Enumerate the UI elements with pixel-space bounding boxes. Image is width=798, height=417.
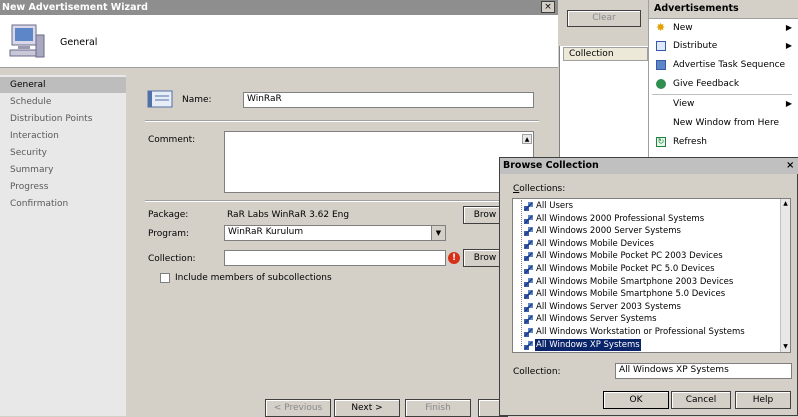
action-refresh-label: Refresh [673, 137, 707, 147]
collection-item[interactable]: All Users [535, 200, 574, 212]
advertisement-icon [147, 90, 173, 108]
action-view[interactable]: View ▶ [649, 95, 798, 113]
collection-input[interactable] [224, 250, 446, 266]
package-label: Package: [148, 210, 189, 220]
collection-icon [523, 201, 534, 212]
dialog-close-button[interactable]: × [786, 160, 794, 171]
action-view-label: View [673, 99, 695, 109]
collection-icon [523, 327, 534, 338]
nav-confirmation[interactable]: Confirmation [0, 196, 126, 212]
collection-item[interactable]: All Windows Mobile Pocket PC 5.0 Devices [535, 263, 716, 275]
header-title: General [60, 37, 98, 48]
action-advertise-label: Advertise Task Sequence [673, 60, 786, 70]
dialog-title: Browse Collection [500, 158, 798, 174]
action-distribute[interactable]: Distribute ▶ [649, 37, 798, 55]
action-advertise-task-sequence[interactable]: Advertise Task Sequence [649, 56, 798, 74]
nav-distribution-points[interactable]: Distribution Points [0, 111, 126, 127]
collection-item[interactable]: All Windows Server Systems [535, 313, 658, 325]
cancel-button[interactable]: Cancel [671, 391, 731, 409]
error-icon: ! [448, 252, 460, 264]
new-star-icon: ✸ [656, 21, 666, 34]
action-distribute-label: Distribute [673, 41, 718, 51]
wizard-header: General [0, 15, 558, 68]
program-select-value: WinRaR Kurulum [228, 227, 304, 237]
next-button[interactable]: Next > [334, 399, 400, 417]
collection-item[interactable]: All Windows Mobile Smartphone 2003 Devic… [535, 276, 734, 288]
collection-icon [523, 340, 534, 351]
ok-button[interactable]: OK [603, 391, 669, 409]
nav-interaction[interactable]: Interaction [0, 128, 126, 144]
collection-item[interactable]: All Windows Workstation or Professional … [535, 326, 746, 338]
chevron-down-icon[interactable]: ▼ [431, 226, 445, 240]
nav-general[interactable]: General [0, 77, 126, 93]
comment-label: Comment: [148, 135, 196, 145]
include-subcollections-checkbox[interactable] [160, 273, 170, 283]
collection-item[interactable]: All Windows Server 2003 Systems [535, 301, 682, 313]
actions-title: Advertisements [649, 0, 798, 18]
collection-item[interactable]: All Windows 2000 Professional Systems [535, 213, 705, 225]
collection-icon [523, 251, 534, 262]
collection-item[interactable]: All Windows 2000 Server Systems [535, 225, 682, 237]
package-value: RaR Labs WinRaR 3.62 Eng [227, 210, 350, 220]
computer-icon [9, 24, 45, 58]
action-new-window-label: New Window from Here [673, 118, 779, 128]
program-label: Program: [148, 229, 190, 239]
tree-line [521, 200, 523, 346]
column-header-collection[interactable]: Collection [563, 47, 648, 61]
submenu-arrow-icon: ▶ [785, 41, 792, 50]
scroll-up-icon[interactable]: ▲ [522, 134, 532, 144]
submenu-arrow-icon: ▶ [785, 99, 792, 108]
program-select[interactable]: WinRaR Kurulum ▼ [224, 225, 446, 241]
name-input[interactable]: WinRaR [243, 92, 534, 108]
distribute-icon [656, 41, 666, 51]
scrollbar[interactable]: ▲ ▼ [780, 199, 790, 352]
separator [145, 120, 539, 122]
collection-item[interactable]: All Windows XP Systems [535, 338, 641, 351]
dialog-collection-label: Collection: [513, 367, 561, 377]
nav-security[interactable]: Security [0, 145, 126, 161]
collection-item[interactable]: All Windows Mobile Devices [535, 238, 655, 250]
nav-summary[interactable]: Summary [0, 162, 126, 178]
action-refresh[interactable]: ↻ Refresh [649, 133, 798, 151]
collection-icon [523, 314, 534, 325]
action-new-window[interactable]: New Window from Here [649, 114, 798, 132]
wizard-title: New Advertisement Wizard [0, 0, 558, 15]
scroll-up-icon[interactable]: ▲ [781, 199, 790, 208]
previous-button[interactable]: < Previous [265, 399, 331, 417]
action-feedback-label: Give Feedback [673, 79, 740, 89]
action-new-label: New [673, 23, 693, 33]
dialog-collection-input[interactable]: All Windows XP Systems [615, 363, 792, 379]
wizard-close-button[interactable]: × [541, 1, 555, 13]
include-subcollections-label: Include members of subcollections [175, 273, 332, 283]
finish-button[interactable]: Finish [405, 399, 471, 417]
help-button[interactable]: Help [735, 391, 791, 409]
collection-icon [523, 289, 534, 300]
collection-icon [523, 264, 534, 275]
advertise-icon [656, 60, 666, 70]
collection-label: Collection: [148, 254, 196, 264]
comment-textarea[interactable] [224, 131, 534, 193]
submenu-arrow-icon: ▶ [785, 23, 792, 32]
collection-item[interactable]: All Windows Mobile Smartphone 5.0 Device… [535, 288, 726, 300]
nav-schedule[interactable]: Schedule [0, 94, 126, 110]
separator [145, 200, 539, 202]
nav-progress[interactable]: Progress [0, 179, 126, 195]
collection-icon [523, 226, 534, 237]
scroll-down-icon[interactable]: ▼ [781, 342, 790, 351]
collection-icon [523, 239, 534, 250]
refresh-icon: ↻ [656, 137, 666, 147]
wizard-nav: General Schedule Distribution Points Int… [0, 75, 126, 416]
collection-icon [523, 214, 534, 225]
action-new[interactable]: ✸ New ▶ [649, 19, 798, 37]
clear-button[interactable]: Clear [567, 10, 641, 27]
action-give-feedback[interactable]: Give Feedback [649, 75, 798, 93]
collections-label: Collections: [513, 184, 566, 194]
collection-icon [523, 277, 534, 288]
collection-item[interactable]: All Windows Mobile Pocket PC 2003 Device… [535, 250, 724, 262]
name-label: Name: [182, 95, 212, 105]
collections-tree[interactable]: All Users All Windows 2000 Professional S… [512, 198, 791, 353]
globe-icon [656, 79, 666, 89]
collection-icon [523, 302, 534, 313]
